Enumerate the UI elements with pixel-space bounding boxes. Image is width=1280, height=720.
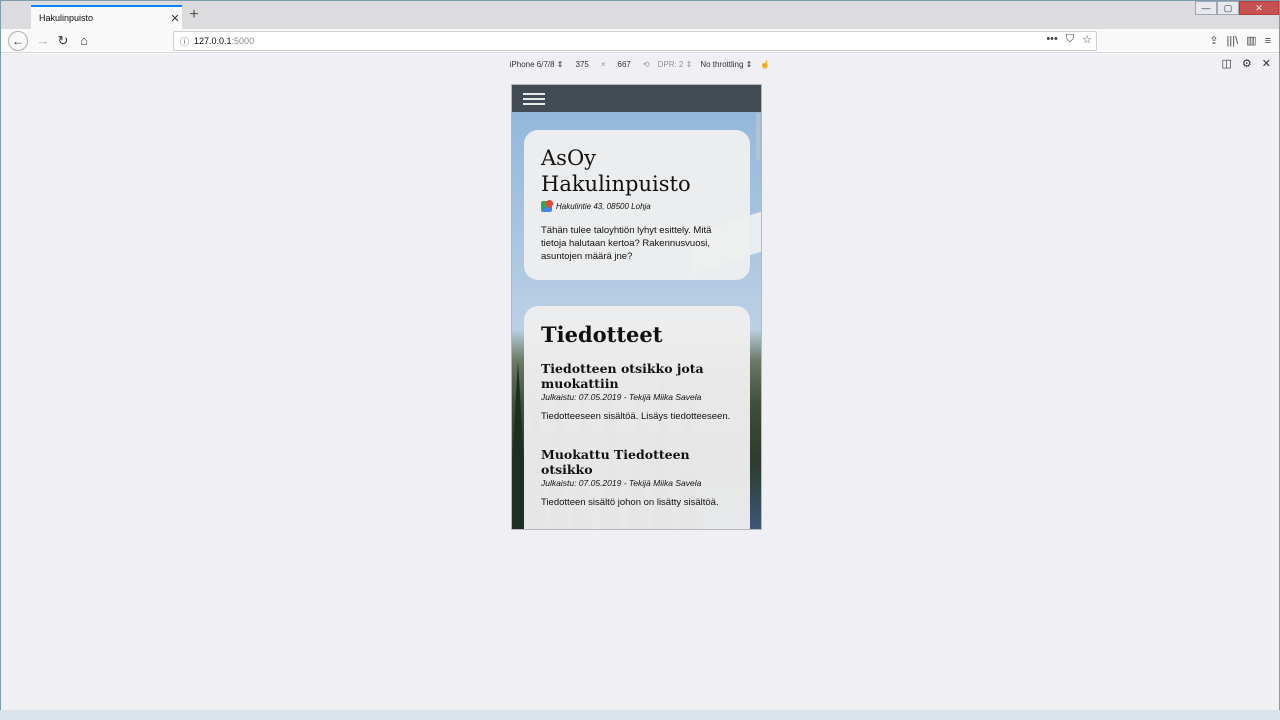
info-icon[interactable]: ⓘ (180, 35, 194, 48)
home-button[interactable]: ⌂ (74, 31, 94, 51)
library-icon[interactable]: |||\ (1227, 31, 1239, 51)
arrow-left-icon: ← (12, 34, 24, 48)
tab-strip: Hakulinpuisto ✕ + — ▢ ✕ (1, 1, 1279, 29)
close-tab-icon[interactable]: ✕ (168, 12, 182, 25)
page-actions-icon[interactable]: ••• (1046, 33, 1058, 46)
scrollbar[interactable] (756, 113, 760, 161)
settings-icon[interactable]: ⚙ (1242, 57, 1252, 70)
touch-simulation-icon[interactable]: ☝ (760, 60, 770, 69)
announcement-item: Muokattu Tiedotteen otsikko Julkaistu: 0… (541, 447, 733, 509)
google-maps-icon[interactable] (541, 198, 555, 213)
rdm-right-controls: ◫ ⚙ ✕ (1222, 57, 1272, 70)
times-sign: × (600, 59, 606, 69)
rotate-icon[interactable]: ⟲ (643, 60, 650, 69)
close-rdm-icon[interactable]: ✕ (1262, 57, 1271, 70)
bookmark-star-icon[interactable]: ☆ (1082, 33, 1092, 46)
hamburger-menu-icon[interactable] (523, 93, 545, 105)
announcement-item: Tiedotteen otsikko jota muokattiin Julka… (541, 361, 733, 423)
content-area: iPhone 6/7/8 ⇕ 375 × 667 ⟲ DPR: 2 ⇕ No t… (1, 54, 1279, 711)
url-port: :5000 (231, 36, 255, 46)
announcement-body: Tiedotteen sisältö johon on lisätty sisä… (541, 497, 719, 508)
pocket-icon[interactable]: ⛉ (1066, 33, 1074, 46)
announcements-card: Tiedotteet Tiedotteen otsikko jota muoka… (524, 306, 750, 529)
tab-title: Hakulinpuisto (39, 13, 94, 23)
reload-button[interactable]: ↻ (53, 31, 73, 51)
url-bar[interactable]: ⓘ 127.0.0.1:5000 ••• ⛉ ☆ (173, 31, 1097, 51)
sidebar-icon[interactable]: ▥ (1246, 31, 1256, 51)
device-selector[interactable]: iPhone 6/7/8 ⇕ (510, 60, 564, 69)
announcement-title: Tiedotteen otsikko jota muokattiin (541, 361, 704, 391)
browser-window: Hakulinpuisto ✕ + — ▢ ✕ ← → ↻ ⌂ ⓘ 127.0.… (0, 0, 1280, 720)
responsive-design-toolbar: iPhone 6/7/8 ⇕ 375 × 667 ⟲ DPR: 2 ⇕ No t… (1, 54, 1279, 74)
site-navbar (512, 85, 761, 112)
new-tab-button[interactable]: + (185, 6, 203, 24)
account-icon[interactable]: ⇪ (1209, 31, 1218, 51)
reload-icon: ↻ (57, 33, 69, 48)
address-text[interactable]: Hakulintie 43, 08500 Lohja (556, 202, 651, 211)
maximize-button[interactable]: ▢ (1217, 1, 1239, 15)
site-title: AsOy Hakulinpuisto (541, 146, 691, 196)
viewport-width-input[interactable]: 375 (572, 59, 593, 70)
navigation-bar: ← → ↻ ⌂ ⓘ 127.0.0.1:5000 ••• ⛉ ☆ ⇪ |||\ … (1, 29, 1279, 53)
url-host: 127.0.0.1 (194, 36, 232, 46)
forward-button[interactable]: → (33, 31, 53, 51)
device-viewport: AsOy Hakulinpuisto Hakulintie 43, 08500 … (511, 84, 762, 530)
menu-icon[interactable]: ≡ (1265, 31, 1271, 51)
tab-hakulinpuisto[interactable]: Hakulinpuisto ✕ (31, 5, 182, 29)
screenshot-icon[interactable]: ◫ (1222, 57, 1232, 70)
toolbar-right: ⇪ |||\ ▥ ≡ (1209, 31, 1271, 51)
arrow-right-icon: → (36, 33, 50, 48)
minimize-button[interactable]: — (1195, 1, 1217, 15)
url-actions: ••• ⛉ ☆ (1046, 33, 1092, 46)
announcement-meta: Julkaistu: 07.05.2019 - Tekijä Miika Sav… (541, 478, 702, 488)
dpr-selector[interactable]: DPR: 2 ⇕ (658, 60, 693, 69)
home-icon: ⌂ (80, 33, 88, 48)
intro-card: AsOy Hakulinpuisto Hakulintie 43, 08500 … (524, 130, 750, 280)
taskbar-edge (0, 710, 1280, 720)
address-line: Hakulintie 43, 08500 Lohja (541, 198, 733, 213)
back-button[interactable]: ← (8, 31, 28, 51)
intro-text: Tähän tulee taloyhtiön lyhyt esittely. M… (541, 225, 712, 262)
window-controls: — ▢ ✕ (1195, 1, 1279, 15)
viewport-height-input[interactable]: 667 (614, 59, 635, 70)
announcement-meta: Julkaistu: 07.05.2019 - Tekijä Miika Sav… (541, 392, 702, 402)
close-window-button[interactable]: ✕ (1239, 1, 1279, 15)
announcement-body: Tiedotteeseen sisältöä. Lisäys tiedottee… (541, 411, 731, 422)
announcements-title: Tiedotteet (541, 322, 663, 347)
announcement-title: Muokattu Tiedotteen otsikko (541, 447, 690, 477)
throttling-selector[interactable]: No throttling ⇕ (700, 60, 752, 69)
